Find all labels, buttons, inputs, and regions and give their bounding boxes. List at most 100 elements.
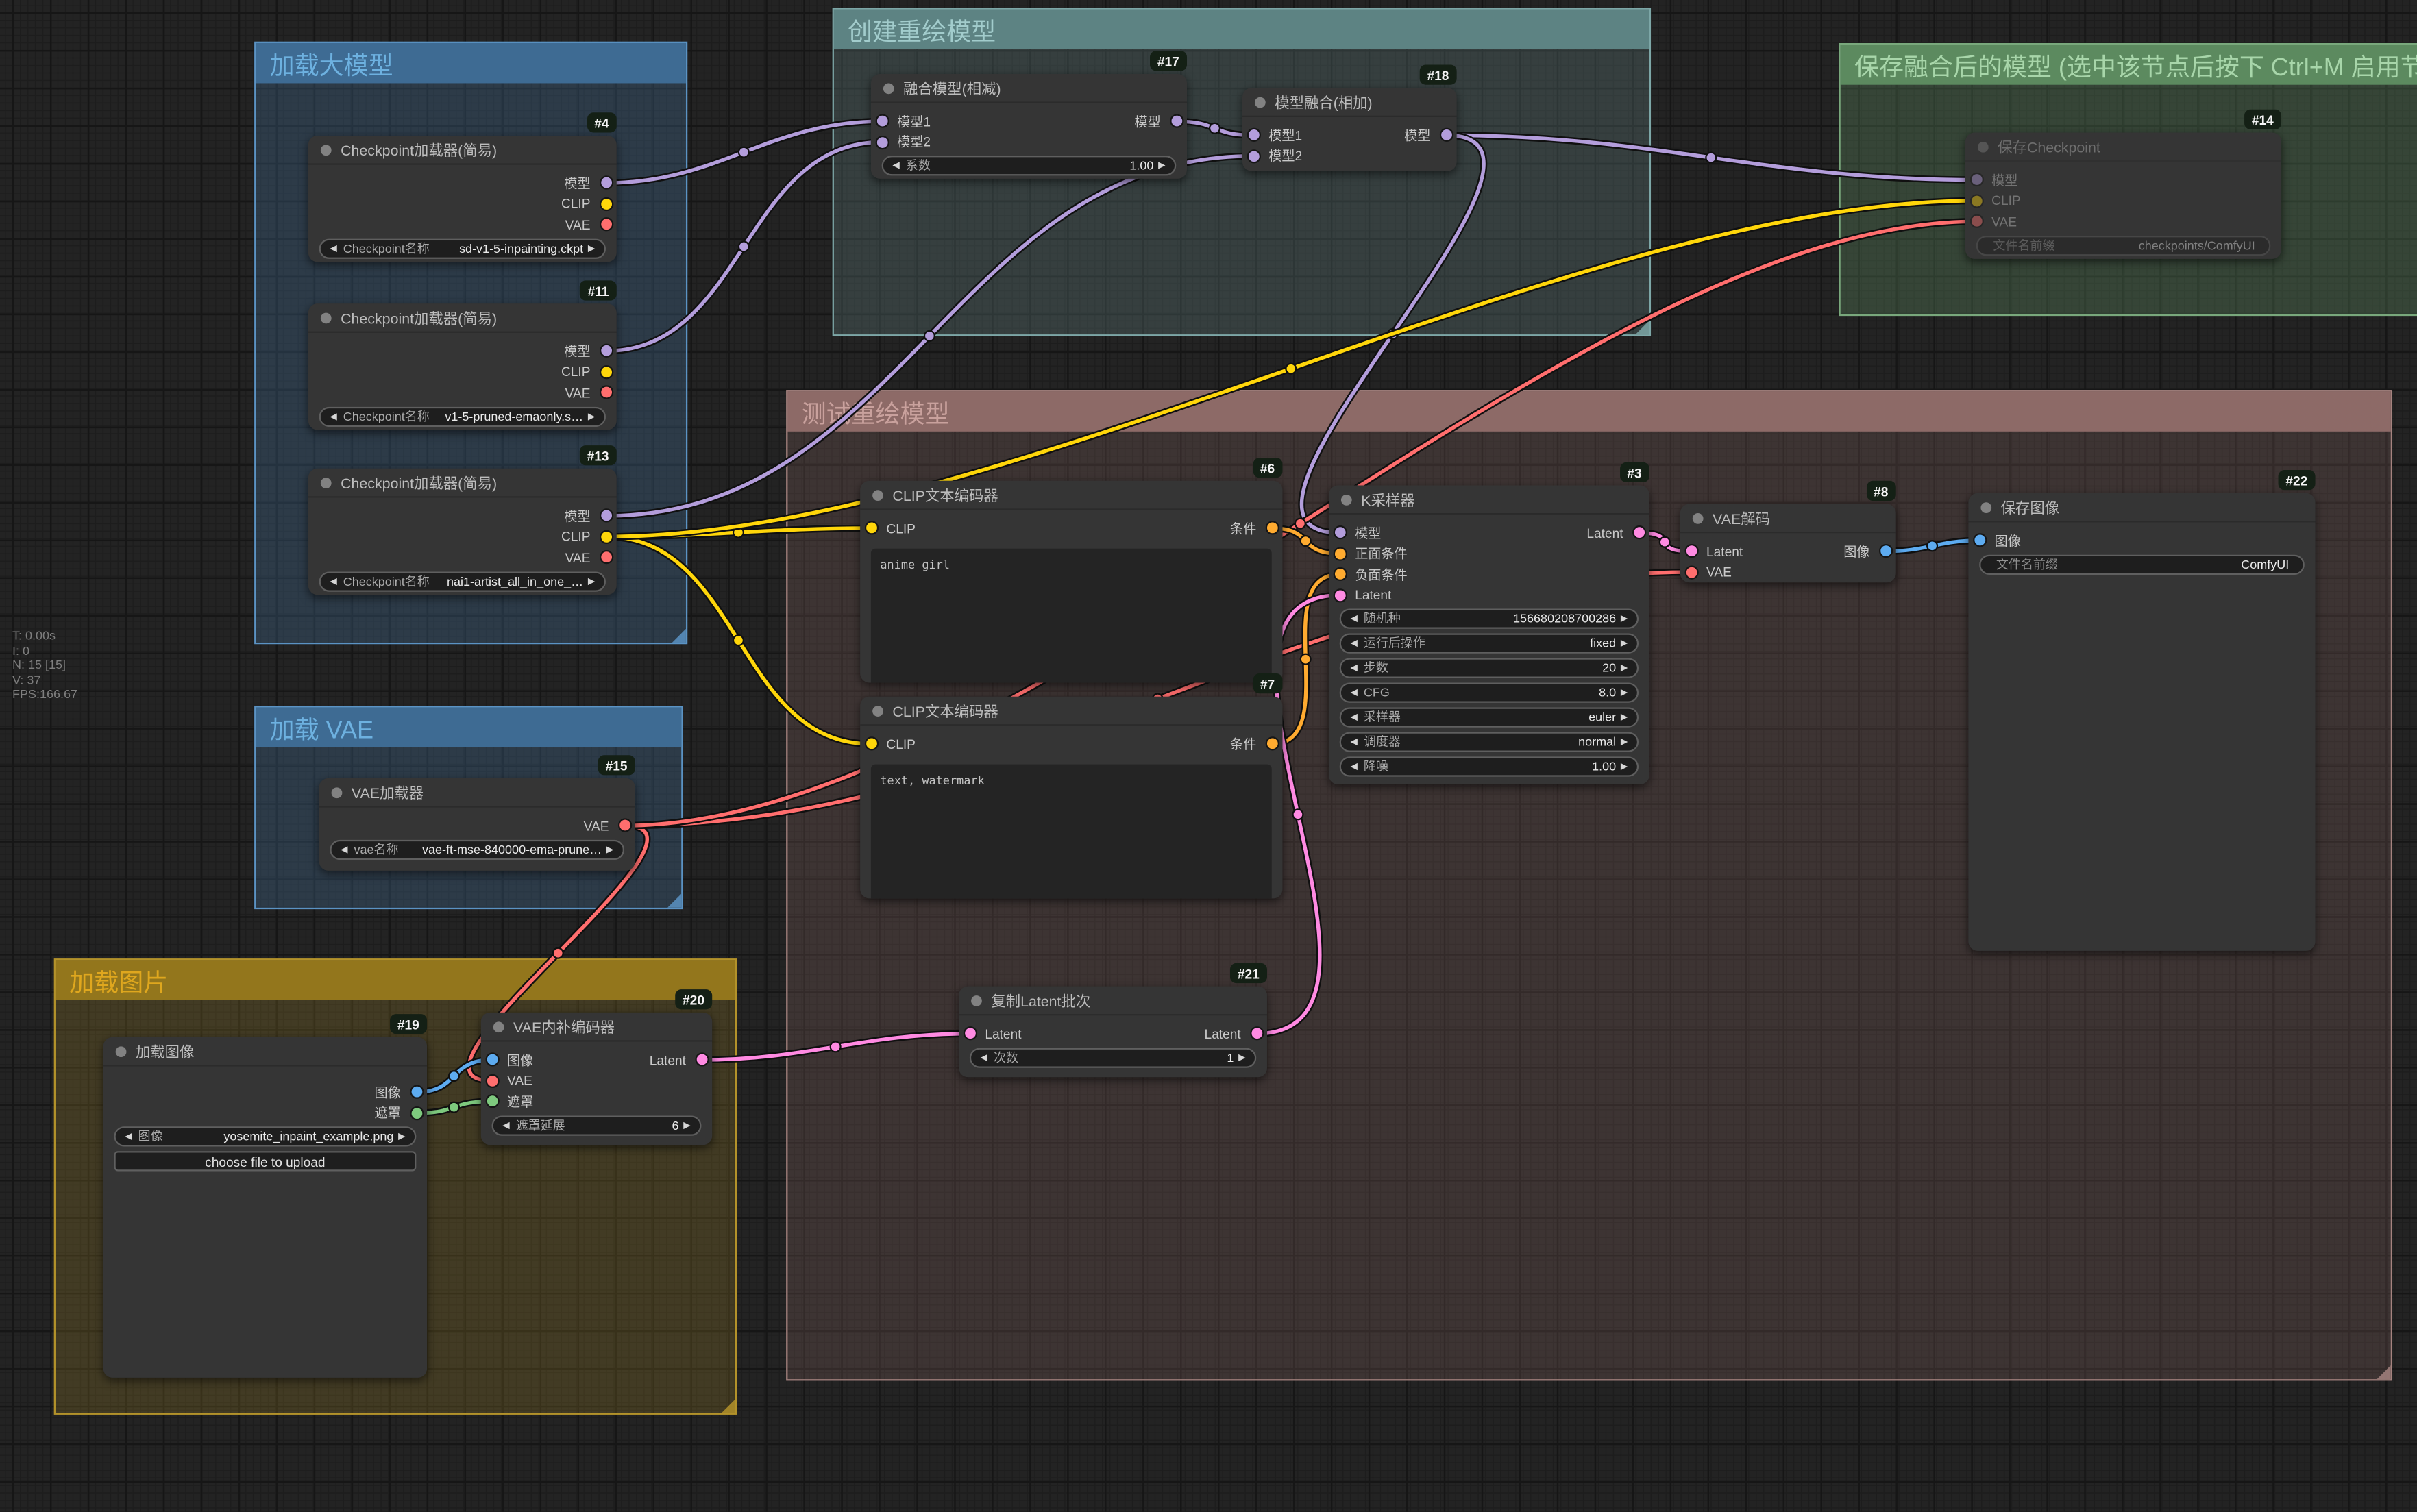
graph-canvas[interactable]: 加载大模型创建重绘模型保存融合后的模型 (选中该节点后按下 Ctrl+M 启用节… <box>0 0 2417 1512</box>
steps-combo[interactable]: ◀步数20▶ <box>1340 658 1639 678</box>
combo-next-arrow-icon[interactable]: ▶ <box>1621 638 1628 649</box>
scheduler-combo[interactable]: ◀调度器normal▶ <box>1340 732 1639 752</box>
port-in-conditioning[interactable] <box>1333 567 1347 581</box>
node-model-merge-subtract[interactable]: #17融合模型(相减)模型1模型模型2◀系数1.00▶ <box>871 74 1187 179</box>
node-checkpoint-loader-13[interactable]: #13Checkpoint加载器(简易)模型CLIPVAE◀Checkpoint… <box>308 469 617 595</box>
combo-next-arrow-icon[interactable]: ▶ <box>1238 1052 1245 1063</box>
grow-mask-combo[interactable]: ◀遮罩延展6▶ <box>492 1115 702 1135</box>
collapse-dot-icon[interactable] <box>872 705 883 716</box>
node-repeat-latent-batch[interactable]: #21复制Latent批次LatentLatent◀次数1▶ <box>959 987 1267 1078</box>
vae-name-combo[interactable]: ◀vae名称vae-ft-mse-840000-ema-prune…▶ <box>330 839 624 859</box>
combo-prev-arrow-icon[interactable]: ◀ <box>1350 687 1357 698</box>
port-in-model[interactable] <box>1333 526 1347 540</box>
port-out-vae[interactable] <box>599 386 613 399</box>
combo-prev-arrow-icon[interactable]: ◀ <box>892 160 899 171</box>
combo-prev-arrow-icon[interactable]: ◀ <box>125 1131 132 1142</box>
port-out-model[interactable] <box>599 176 613 190</box>
node-ksampler[interactable]: #3K采样器模型Latent正面条件负面条件Latent◀随机种15668020… <box>1329 486 1649 784</box>
port-in-mask[interactable] <box>484 1095 498 1108</box>
port-out-clip[interactable] <box>599 365 613 379</box>
group-resize-handle[interactable] <box>1636 321 1649 334</box>
port-out-conditioning[interactable] <box>1265 737 1279 751</box>
port-out-latent[interactable] <box>694 1053 708 1067</box>
port-in-conditioning[interactable] <box>1333 547 1347 560</box>
combo-prev-arrow-icon[interactable]: ◀ <box>1350 613 1357 624</box>
collapse-dot-icon[interactable] <box>1978 141 1989 152</box>
collapse-dot-icon[interactable] <box>332 786 343 797</box>
control-after-generate-combo[interactable]: ◀运行后操作fixed▶ <box>1340 633 1639 653</box>
seed-combo[interactable]: ◀随机种156680208700286▶ <box>1340 608 1639 628</box>
collapse-dot-icon[interactable] <box>971 995 982 1006</box>
node-vae-encode-inpaint[interactable]: #20VAE内补编码器图像LatentVAE遮罩◀遮罩延展6▶ <box>481 1013 712 1145</box>
node-checkpoint-loader-11[interactable]: #11Checkpoint加载器(简易)模型CLIPVAE◀Checkpoint… <box>308 303 617 430</box>
combo-prev-arrow-icon[interactable]: ◀ <box>1350 712 1357 723</box>
combo-prev-arrow-icon[interactable]: ◀ <box>341 844 347 855</box>
port-out-clip[interactable] <box>599 530 613 543</box>
combo-next-arrow-icon[interactable]: ▶ <box>1158 160 1165 171</box>
combo-next-arrow-icon[interactable]: ▶ <box>588 575 595 586</box>
port-in-latent[interactable] <box>963 1027 977 1041</box>
combo-prev-arrow-icon[interactable]: ◀ <box>330 575 336 586</box>
node-load-image[interactable]: #19加载图像图像遮罩◀图像yosemite_inpaint_example.p… <box>103 1037 427 1378</box>
combo-prev-arrow-icon[interactable]: ◀ <box>330 410 336 421</box>
port-out-model[interactable] <box>599 344 613 358</box>
port-in-model[interactable] <box>1970 173 1983 186</box>
combo-next-arrow-icon[interactable]: ▶ <box>398 1131 405 1142</box>
port-in-latent[interactable] <box>1333 588 1347 602</box>
node-vae-decode[interactable]: #8VAE解码Latent图像VAE <box>1680 504 1896 583</box>
port-in-latent[interactable] <box>1684 545 1697 558</box>
port-in-vae[interactable] <box>1970 214 1983 228</box>
node-checkpoint-loader-4[interactable]: #4Checkpoint加载器(简易)模型CLIPVAE◀Checkpoint名… <box>308 136 617 262</box>
combo-next-arrow-icon[interactable]: ▶ <box>683 1119 690 1130</box>
port-in-image[interactable] <box>1972 534 1986 547</box>
prompt-textarea[interactable]: text, watermark <box>871 764 1272 899</box>
port-out-conditioning[interactable] <box>1265 521 1279 535</box>
port-out-image[interactable] <box>409 1085 423 1099</box>
combo-next-arrow-icon[interactable]: ▶ <box>1621 761 1628 772</box>
node-save-image[interactable]: #22保存图像图像文件名前缀ComfyUI <box>1968 493 2315 951</box>
collapse-dot-icon[interactable] <box>493 1021 504 1032</box>
collapse-dot-icon[interactable] <box>1980 501 1991 512</box>
multiplier-combo[interactable]: ◀系数1.00▶ <box>882 156 1177 175</box>
node-clip-text-encode-positive[interactable]: #6CLIP文本编码器CLIP条件anime girl <box>860 481 1282 683</box>
combo-next-arrow-icon[interactable]: ▶ <box>588 410 595 421</box>
group-resize-handle[interactable] <box>722 1399 735 1413</box>
combo-next-arrow-icon[interactable]: ▶ <box>1621 712 1628 723</box>
port-in-vae[interactable] <box>1684 565 1697 579</box>
combo-prev-arrow-icon[interactable]: ◀ <box>1350 761 1357 772</box>
group-resize-handle[interactable] <box>2377 1365 2391 1379</box>
port-in-model[interactable] <box>875 114 889 128</box>
group-load-image-header[interactable]: 加载图片 <box>56 960 735 1000</box>
collapse-dot-icon[interactable] <box>883 82 894 93</box>
filename-prefix-field[interactable]: 文件名前缀checkpoints/ComfyUI <box>1976 235 2271 255</box>
port-in-clip[interactable] <box>1970 194 1983 208</box>
collapse-dot-icon[interactable] <box>872 489 883 500</box>
combo-next-arrow-icon[interactable]: ▶ <box>1621 613 1628 624</box>
port-out-vae[interactable] <box>617 819 631 832</box>
denoise-combo[interactable]: ◀降噪1.00▶ <box>1340 756 1639 776</box>
group-create-inpaint-model-header[interactable]: 创建重绘模型 <box>834 9 1649 49</box>
port-in-model[interactable] <box>875 135 889 149</box>
port-in-vae[interactable] <box>484 1074 498 1087</box>
port-in-clip[interactable] <box>864 737 878 751</box>
combo-prev-arrow-icon[interactable]: ◀ <box>1350 662 1357 673</box>
combo-prev-arrow-icon[interactable]: ◀ <box>502 1119 509 1130</box>
collapse-dot-icon[interactable] <box>321 312 332 323</box>
combo-next-arrow-icon[interactable]: ▶ <box>1621 662 1628 673</box>
node-model-merge-add[interactable]: #18模型融合(相加)模型1模型模型2 <box>1242 88 1457 171</box>
filename-prefix-field[interactable]: 文件名前缀ComfyUI <box>1979 554 2305 574</box>
sampler-combo[interactable]: ◀采样器euler▶ <box>1340 707 1639 727</box>
collapse-dot-icon[interactable] <box>321 144 332 155</box>
port-out-model[interactable] <box>1439 128 1453 142</box>
prompt-textarea[interactable]: anime girl <box>871 548 1272 683</box>
ckpt-name-combo[interactable]: ◀Checkpoint名称v1-5-pruned-emaonly.s…▶ <box>319 406 606 426</box>
group-resize-handle[interactable] <box>672 629 686 643</box>
group-test-inpaint-model-header[interactable]: 测试重绘模型 <box>787 391 2390 431</box>
collapse-dot-icon[interactable] <box>1693 512 1704 523</box>
port-out-vae[interactable] <box>599 551 613 565</box>
port-in-image[interactable] <box>484 1053 498 1067</box>
group-resize-handle[interactable] <box>667 894 681 908</box>
combo-prev-arrow-icon[interactable]: ◀ <box>330 243 336 253</box>
port-out-image[interactable] <box>1878 545 1892 558</box>
port-out-model[interactable] <box>1169 114 1183 128</box>
